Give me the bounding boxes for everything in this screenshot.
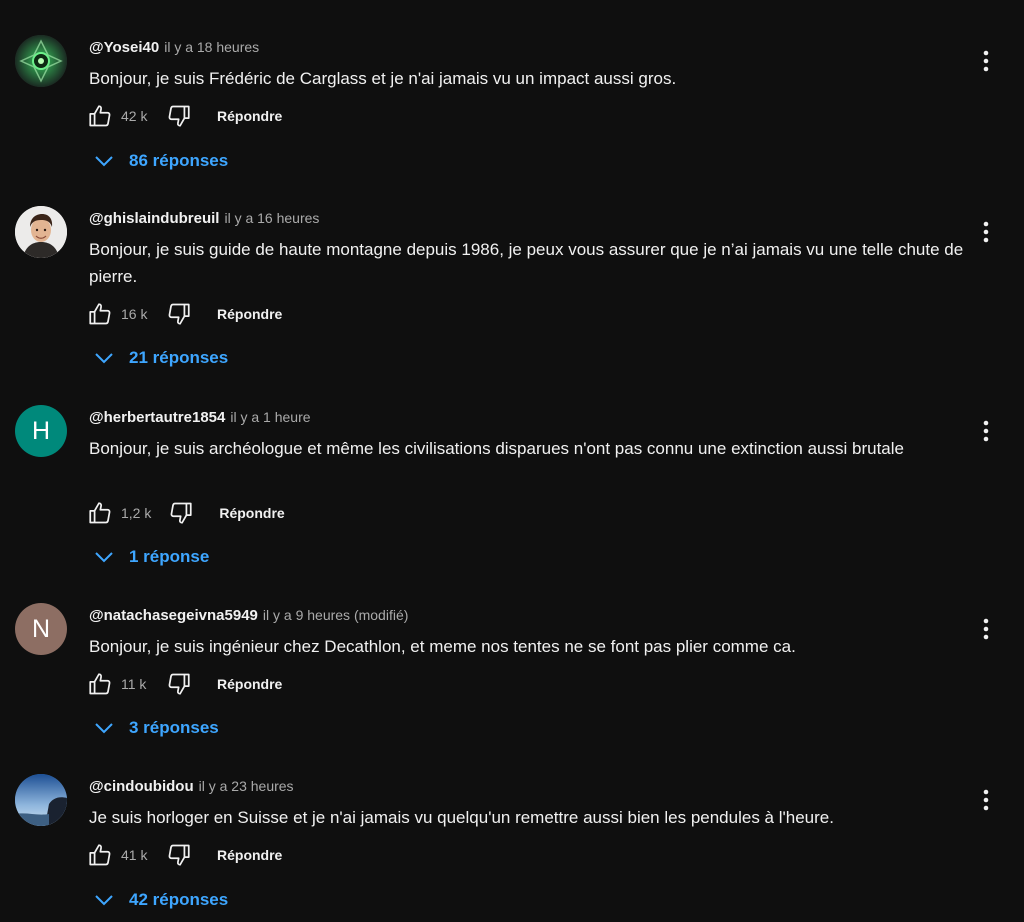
- chevron-down-icon: [92, 346, 116, 370]
- comment-author[interactable]: @herbertautre1854: [89, 409, 225, 426]
- more-vert-icon: [983, 221, 989, 243]
- like-count: 11 k: [121, 676, 147, 692]
- dislike-button[interactable]: [165, 841, 193, 869]
- like-count: 42 k: [121, 108, 148, 124]
- thumb-up-icon: [89, 105, 111, 127]
- comment-header: @herbertautre1854 il y a 1 heure: [89, 407, 311, 428]
- comment-time[interactable]: il y a 23 heures: [199, 778, 294, 794]
- comment-author[interactable]: @cindoubidou: [89, 778, 194, 795]
- thumb-down-icon: [168, 844, 190, 866]
- like-button[interactable]: [86, 300, 114, 328]
- reply-button[interactable]: Répondre: [219, 505, 284, 521]
- dislike-button[interactable]: [165, 102, 193, 130]
- avatar[interactable]: [15, 206, 67, 258]
- comment-time[interactable]: il y a 9 heures (modifié): [263, 607, 409, 623]
- comment-author[interactable]: @Yosei40: [89, 39, 159, 56]
- like-button[interactable]: [86, 499, 114, 527]
- comment-actions: 42 k Répondre: [86, 102, 282, 130]
- view-replies-button[interactable]: 42 réponses: [92, 885, 228, 915]
- thumb-down-icon: [168, 105, 190, 127]
- like-count: 16 k: [121, 306, 148, 322]
- replies-count: 1 réponse: [129, 547, 210, 566]
- like-button[interactable]: [86, 670, 114, 698]
- comment-header: @natachasegeivna5949 il y a 9 heures (mod…: [89, 605, 408, 626]
- more-vert-icon: [983, 50, 989, 72]
- chevron-down-icon: [92, 888, 116, 912]
- dislike-button[interactable]: [167, 499, 195, 527]
- comment-text: Bonjour, je suis Frédéric de Carglass et…: [89, 69, 677, 88]
- replies-count: 3 réponses: [129, 718, 219, 737]
- replies-count: 21 réponses: [129, 348, 229, 367]
- thumb-down-icon: [168, 303, 190, 325]
- thumb-up-icon: [89, 303, 111, 325]
- comment-header: @cindoubidou il y a 23 heures: [89, 776, 294, 797]
- like-count: 41 k: [121, 847, 148, 863]
- comment-text: Bonjour, je suis archéologue et même les…: [89, 439, 904, 458]
- more-vert-icon: [983, 618, 989, 640]
- more-actions-button[interactable]: [972, 47, 1000, 75]
- avatar[interactable]: [15, 774, 67, 826]
- comments-section: @Yosei40 il y a 18 heures Bonjour, je sui…: [0, 0, 1024, 922]
- more-actions-button[interactable]: [972, 786, 1000, 814]
- avatar-image: [15, 774, 67, 826]
- avatar-letter: N: [31, 614, 51, 643]
- comment-header: @Yosei40 il y a 18 heures: [89, 37, 259, 58]
- comment-actions: 11 k Répondre: [86, 670, 282, 698]
- comment-actions: 16 k Répondre: [86, 300, 282, 328]
- chevron-down-icon: [92, 149, 116, 173]
- like-count: 1,2 k: [121, 505, 152, 521]
- reply-button[interactable]: Répondre: [217, 306, 282, 322]
- dislike-button[interactable]: [165, 300, 193, 328]
- comment-time[interactable]: il y a 1 heure: [230, 409, 310, 425]
- more-vert-icon: [983, 789, 989, 811]
- comment-time[interactable]: il y a 18 heures: [164, 39, 259, 55]
- replies-count: 86 réponses: [129, 151, 229, 170]
- more-actions-button[interactable]: [972, 615, 1000, 643]
- thumb-down-icon: [170, 502, 192, 524]
- reply-button[interactable]: Répondre: [217, 108, 282, 124]
- avatar[interactable]: N: [15, 603, 67, 655]
- reply-button[interactable]: Répondre: [217, 847, 282, 863]
- reply-button[interactable]: Répondre: [217, 676, 282, 692]
- comment-text: Je suis horloger en Suisse et je n'ai ja…: [89, 808, 834, 827]
- more-vert-icon: [983, 420, 989, 442]
- comment-author[interactable]: @ghislaindubreuil: [89, 210, 219, 227]
- like-button[interactable]: [86, 841, 114, 869]
- comment-header: @ghislaindubreuil il y a 16 heures: [89, 208, 319, 229]
- dislike-button[interactable]: [165, 670, 193, 698]
- comment-time[interactable]: il y a 16 heures: [224, 210, 319, 226]
- more-actions-button[interactable]: [972, 218, 1000, 246]
- comment-author[interactable]: @natachasegeivna5949: [89, 607, 258, 624]
- thumb-up-icon: [89, 673, 111, 695]
- chevron-down-icon: [92, 716, 116, 740]
- view-replies-button[interactable]: 86 réponses: [92, 146, 228, 176]
- chevron-down-icon: [92, 545, 116, 569]
- comment-text: Bonjour, je suis ingénieur chez Decathlo…: [89, 637, 796, 656]
- avatar-image: [15, 206, 67, 258]
- view-replies-button[interactable]: 3 réponses: [92, 713, 219, 743]
- view-replies-button[interactable]: 21 réponses: [92, 343, 228, 373]
- comment-actions: 41 k Répondre: [86, 841, 282, 869]
- like-button[interactable]: [86, 102, 114, 130]
- avatar[interactable]: H: [15, 405, 67, 457]
- thumb-up-icon: [89, 844, 111, 866]
- comment-text: Bonjour, je suis guide de haute montagne…: [89, 240, 964, 286]
- avatar-image: [15, 35, 67, 87]
- thumb-up-icon: [89, 502, 111, 524]
- avatar-letter: H: [31, 416, 51, 445]
- comment-actions: 1,2 k Répondre: [86, 499, 285, 527]
- avatar[interactable]: [15, 35, 67, 87]
- more-actions-button[interactable]: [972, 417, 1000, 445]
- replies-count: 42 réponses: [129, 890, 229, 909]
- view-replies-button[interactable]: 1 réponse: [92, 542, 209, 572]
- thumb-down-icon: [168, 673, 190, 695]
